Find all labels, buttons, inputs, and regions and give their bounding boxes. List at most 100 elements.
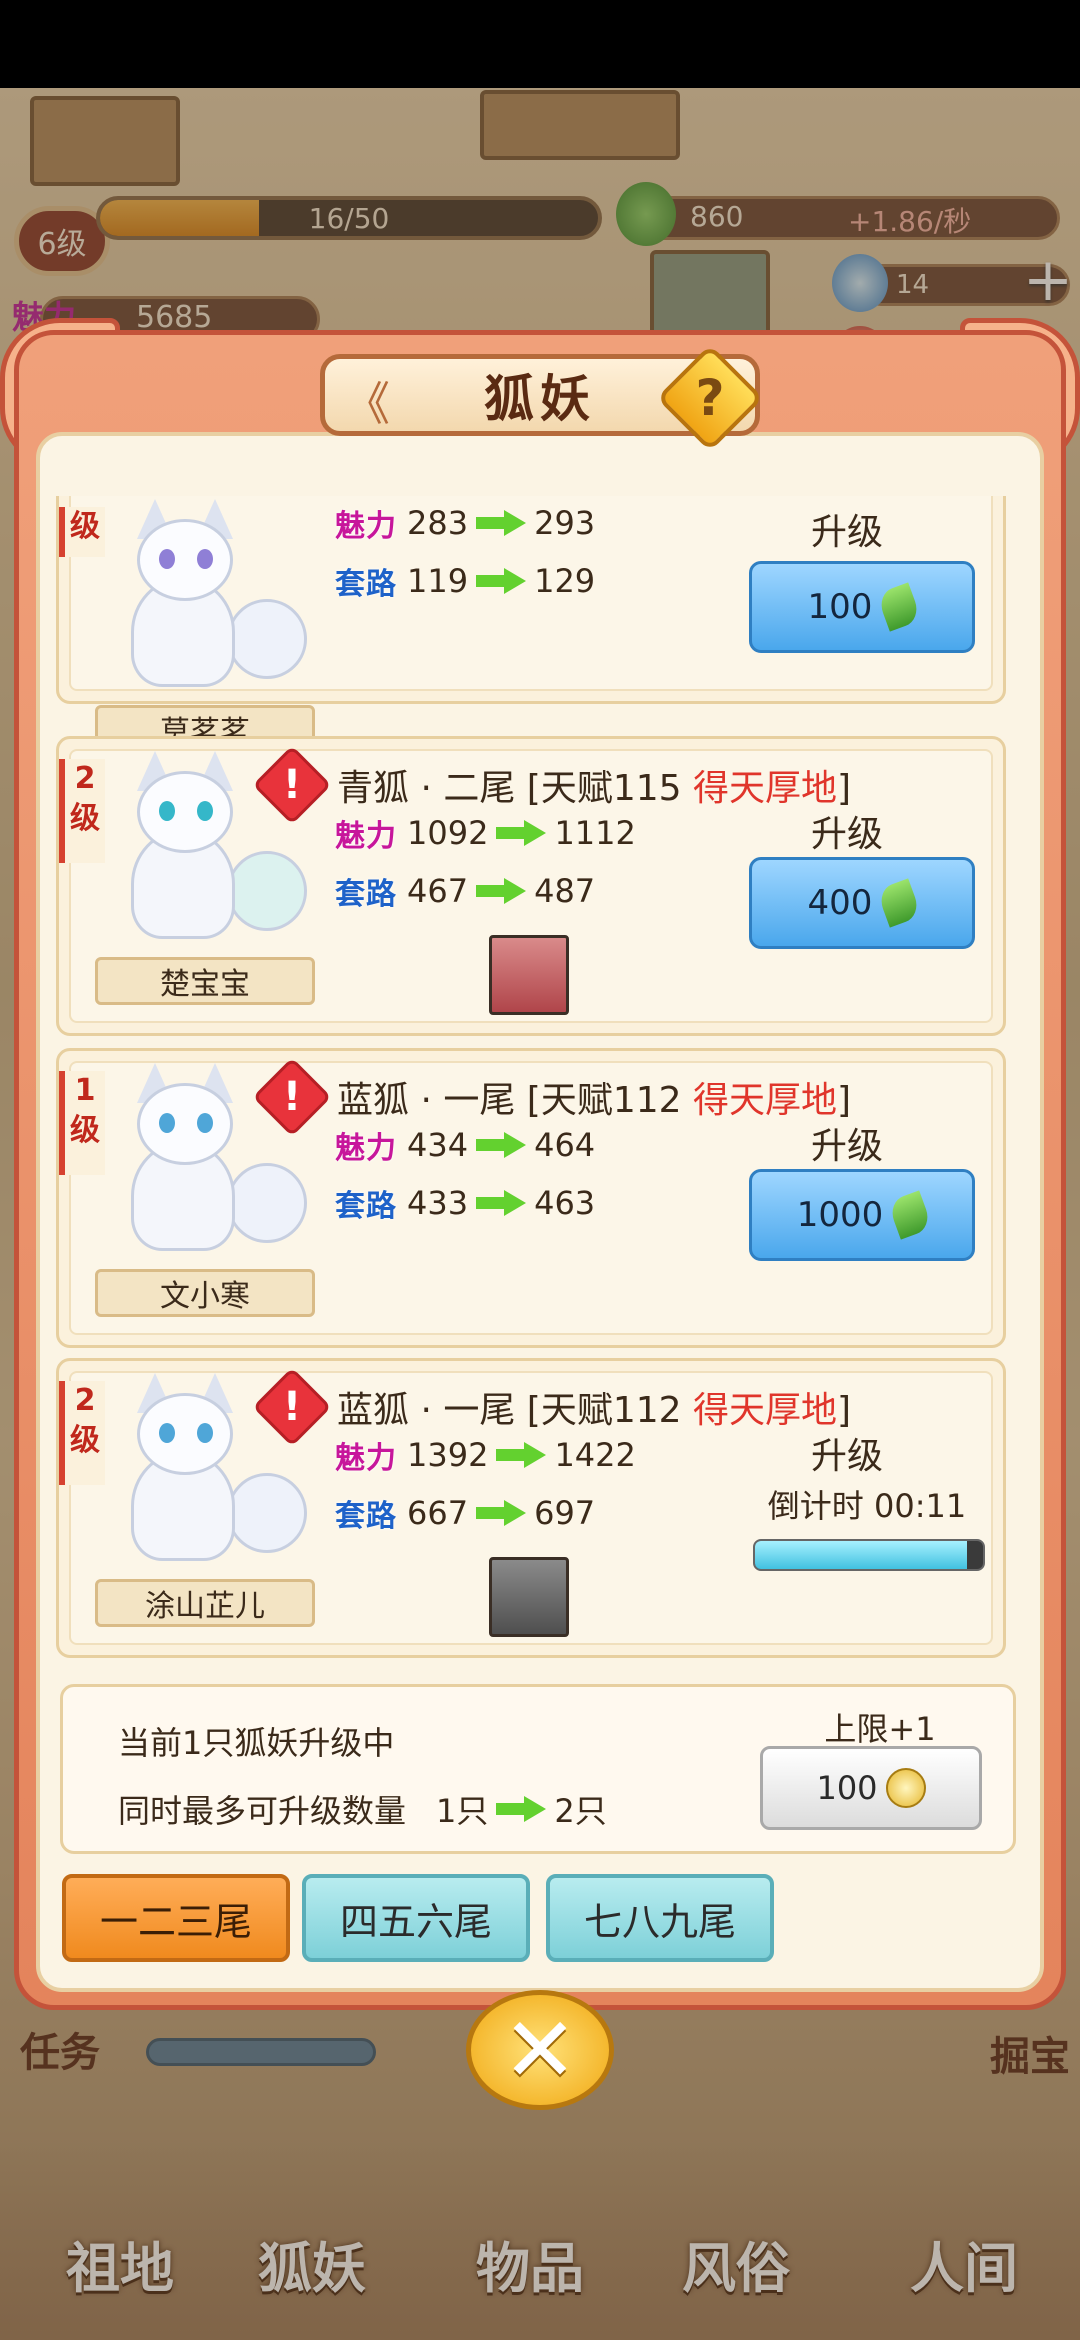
tao-from: 119 [407, 562, 469, 600]
fox-eye [159, 801, 175, 821]
tao-to: 697 [534, 1494, 596, 1532]
tab-tails-4-6[interactable]: 四五六尾 [302, 1874, 530, 1962]
talent-text: 得天厚地 [692, 768, 837, 809]
dialog-title: 狐妖 [484, 370, 596, 428]
arrow-right-icon [496, 1796, 547, 1822]
fox-portrait[interactable] [107, 1063, 307, 1273]
max-upgrade-label: 同时最多可升级数量 [118, 1792, 407, 1830]
charm-to: 1112 [554, 814, 636, 852]
fox-head [137, 771, 233, 853]
fox-card: 2级 楚宝宝 ! 青狐 · 二尾 [天赋115 得天厚地] 魅力 1092 11… [56, 736, 1006, 1036]
upgrade-label: 升级 [810, 1436, 883, 1477]
warning-mark: ! [282, 762, 302, 808]
arrow-right-icon [496, 820, 547, 846]
fox-title: 青狐 · 二尾 [天赋115 得天厚地] [337, 759, 851, 811]
fox-portrait[interactable] [107, 1373, 307, 1583]
fox-title-end: ] [837, 1390, 852, 1431]
tao-tag: 套路 [335, 567, 397, 602]
upgrade-cost: 1000 [796, 1195, 884, 1235]
charm-tag: 魅力 [335, 509, 397, 544]
upgrade-label: 升级 [810, 814, 883, 855]
fox-eye [197, 801, 213, 821]
charm-from: 1392 [407, 1436, 489, 1474]
upgrade-button[interactable]: 100 [749, 561, 975, 653]
limit-cost: 100 [816, 1769, 878, 1807]
tao-stat: 套路 467 487 [335, 869, 595, 913]
fox-head [137, 519, 233, 601]
fox-card: 级 莫茗茗 魅力 283 293 套路 119 129 升级 100 [56, 496, 1006, 753]
charm-to: 293 [534, 504, 596, 542]
fox-title-main: 蓝狐 · 一尾 [天赋112 [337, 1390, 693, 1431]
charm-from: 434 [407, 1126, 469, 1164]
talent-text: 得天厚地 [692, 1080, 837, 1121]
level-ribbon: 2级 [59, 1381, 105, 1485]
title-left-ornament: 《 [344, 377, 390, 431]
status-bar [0, 0, 1080, 88]
fox-name-plate: 楚宝宝 [95, 957, 315, 1005]
fox-title-main: 青狐 · 二尾 [天赋115 [337, 768, 693, 809]
skirt-icon[interactable] [489, 935, 569, 1015]
tao-stat: 套路 119 129 [335, 559, 595, 603]
countdown-text: 倒计时 00:11 [767, 1487, 967, 1525]
arrow-right-icon [476, 510, 527, 536]
lingqi-leaf-icon [887, 1190, 934, 1240]
charm-tag: 魅力 [335, 1131, 397, 1166]
warning-mark: ! [282, 1384, 302, 1430]
talent-text: 得天厚地 [692, 1390, 837, 1431]
increase-limit-button[interactable]: 100 [760, 1746, 982, 1830]
help-question-icon[interactable]: ? [672, 360, 748, 436]
charm-to: 1422 [554, 1436, 636, 1474]
countdown-fill [755, 1541, 968, 1569]
tab-tails-7-9[interactable]: 七八九尾 [546, 1874, 774, 1962]
charm-stat: 魅力 1092 1112 [335, 811, 636, 855]
necklace-icon[interactable] [489, 1557, 569, 1637]
upgrading-status: 当前1只狐妖升级中 [118, 1724, 395, 1762]
fox-portrait[interactable] [107, 751, 307, 961]
tao-tag: 套路 [335, 877, 397, 912]
warning-mark: ! [282, 1074, 302, 1120]
fox-title-end: ] [837, 768, 852, 809]
lingqi-leaf-icon [876, 582, 923, 632]
upgrade-button[interactable]: 1000 [749, 1169, 975, 1261]
tao-tag: 套路 [335, 1189, 397, 1224]
level-ribbon: 2级 [59, 759, 105, 863]
max-upgrade-count: 同时最多可升级数量 1只 2只 [118, 1786, 607, 1832]
tab-tails-1-3[interactable]: 一二三尾 [62, 1874, 290, 1962]
charm-to: 464 [534, 1126, 596, 1164]
fox-title: 蓝狐 · 一尾 [天赋112 得天厚地] [337, 1071, 851, 1123]
close-button[interactable]: ✕ [466, 1990, 614, 2110]
arrow-right-icon [476, 568, 527, 594]
arrow-right-icon [476, 1500, 527, 1526]
fox-title-end: ] [837, 1080, 852, 1121]
fox-tail [227, 851, 307, 931]
tao-from: 433 [407, 1184, 469, 1222]
upgrade-button[interactable]: 400 [749, 857, 975, 949]
fox-card: 1级 文小寒 ! 蓝狐 · 一尾 [天赋112 得天厚地] 魅力 434 464… [56, 1048, 1006, 1348]
upgrade-label: 升级 [810, 1126, 883, 1167]
fox-tail [227, 1163, 307, 1243]
arrow-right-icon [476, 878, 527, 904]
fox-title: 蓝狐 · 一尾 [天赋112 得天厚地] [337, 1381, 851, 1433]
fox-head [137, 1083, 233, 1165]
fox-card: 2级 涂山芷儿 ! 蓝狐 · 一尾 [天赋112 得天厚地] 魅力 1392 1… [56, 1358, 1006, 1658]
level-ribbon: 级 [59, 507, 105, 557]
countdown-bar [753, 1539, 985, 1571]
fox-eye [159, 549, 175, 569]
fox-list[interactable]: 级 莫茗茗 魅力 283 293 套路 119 129 升级 100 2级 楚宝… [56, 496, 1006, 1666]
fox-name-plate: 文小寒 [95, 1269, 315, 1317]
fox-portrait[interactable] [107, 499, 307, 709]
upgrade-label: 升级 [810, 512, 883, 553]
close-icon: ✕ [502, 1997, 578, 2103]
fox-eye [159, 1423, 175, 1443]
fox-head [137, 1393, 233, 1475]
charm-tag: 魅力 [335, 819, 397, 854]
upgrade-cost: 400 [807, 883, 873, 923]
lingqi-leaf-icon [876, 878, 923, 928]
fox-name-plate: 涂山芷儿 [95, 1579, 315, 1627]
fox-tail [227, 599, 307, 679]
fox-eye [197, 1423, 213, 1443]
charm-tag: 魅力 [335, 1441, 397, 1476]
charm-stat: 魅力 283 293 [335, 501, 595, 545]
charm-stat: 魅力 434 464 [335, 1123, 595, 1167]
limit-plus-label: 上限+1 [824, 1710, 936, 1748]
